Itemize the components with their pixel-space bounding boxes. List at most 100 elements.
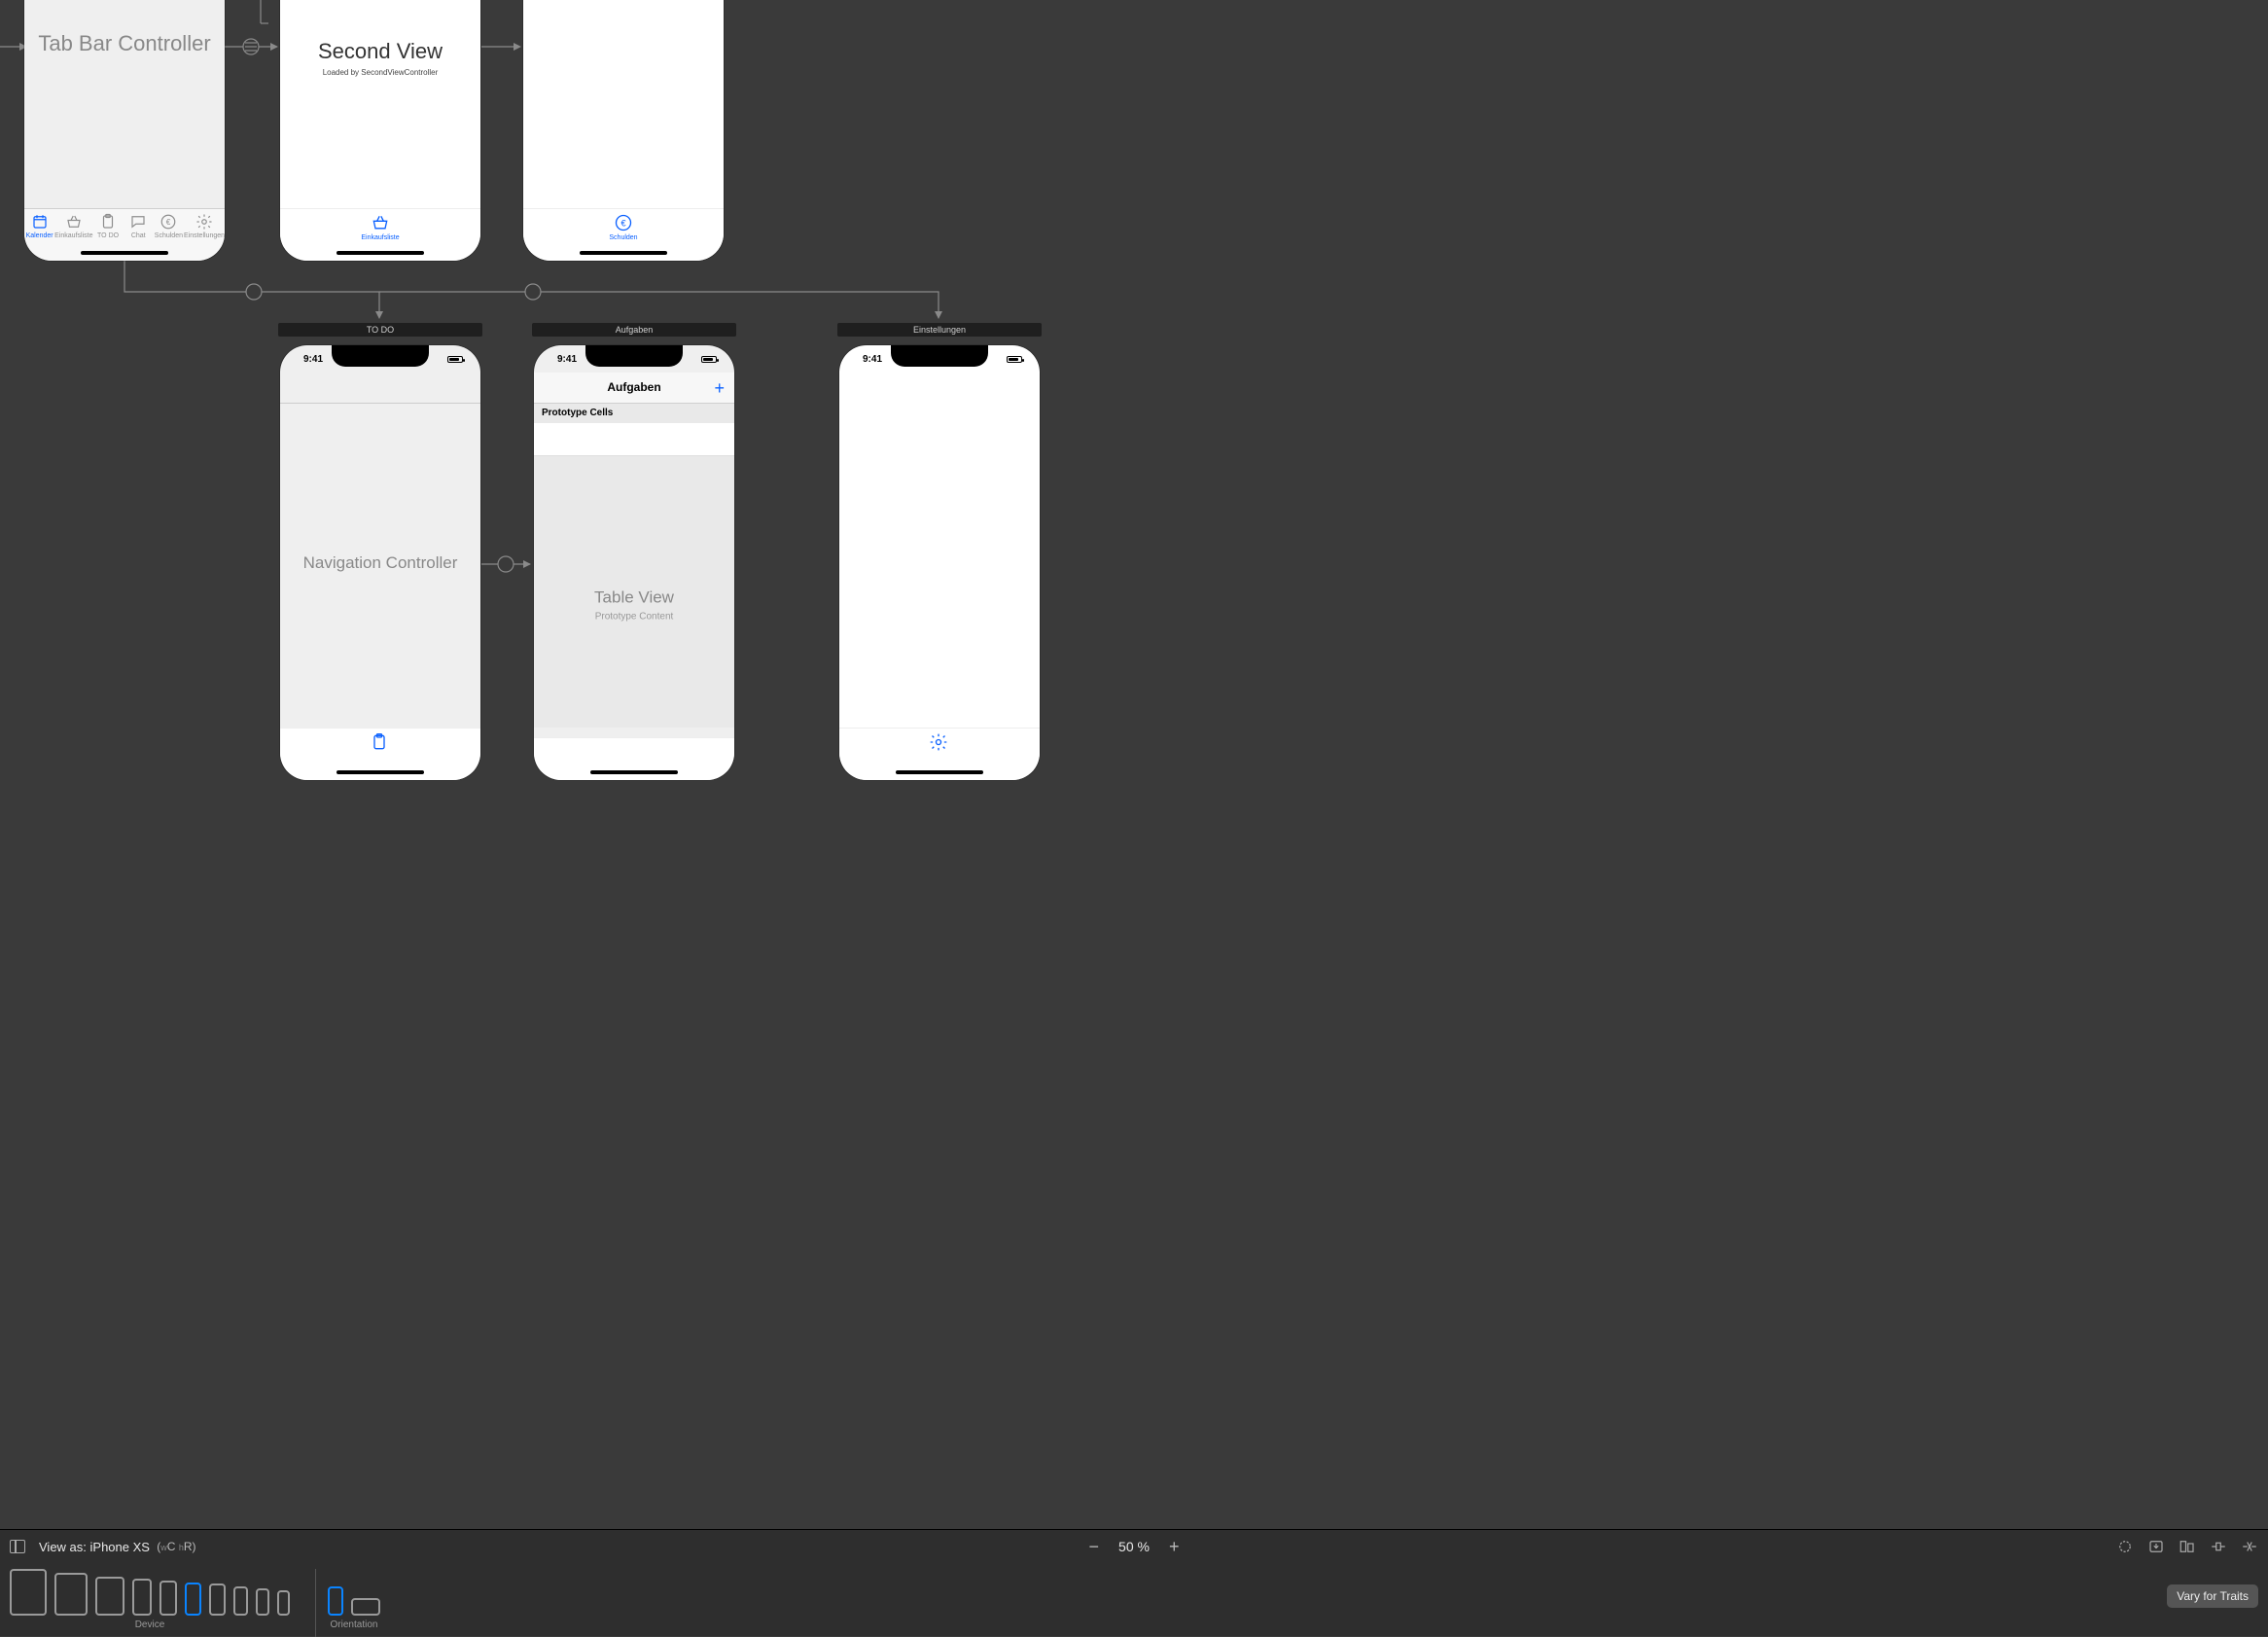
view-as-label[interactable]: View as: iPhone XS	[39, 1540, 150, 1554]
tab-item-todo[interactable]	[370, 732, 391, 756]
tab-item-kalender[interactable]: Kalender	[24, 213, 54, 239]
tab-item-chat[interactable]: Chat	[124, 213, 154, 239]
table-view-body[interactable]: Table View Prototype Content	[534, 456, 734, 728]
device-picker: Device	[10, 1569, 290, 1630]
basket-icon	[371, 213, 390, 232]
tab-item-einkaufsliste[interactable]: Einkaufsliste	[54, 213, 92, 239]
prototype-cells-header: Prototype Cells	[534, 404, 734, 423]
zoom-in-button[interactable]: +	[1169, 1537, 1180, 1557]
home-indicator	[590, 770, 678, 774]
tab-bar-controller-title: Tab Bar Controller	[24, 31, 225, 56]
orientation-option-landscape[interactable]	[351, 1598, 380, 1616]
toolbar-row-1: View as: iPhone XS (wC hR) − 50 % +	[0, 1530, 2268, 1563]
scene-schulden[interactable]: € Schulden	[523, 0, 724, 261]
status-time: 9:41	[557, 354, 577, 365]
device-option-5[interactable]	[185, 1583, 201, 1616]
view-as-device: iPhone XS	[90, 1540, 150, 1554]
orientation-group-label: Orientation	[331, 1619, 378, 1630]
size-class-traits: (wC hR)	[154, 1540, 196, 1553]
zoom-out-button[interactable]: −	[1089, 1537, 1100, 1557]
device-option-0[interactable]	[10, 1569, 47, 1616]
toolbar-row-2: Device Orientation Vary for Traits	[0, 1563, 2268, 1637]
battery-icon	[447, 356, 463, 363]
view-as-prefix: View as:	[39, 1540, 90, 1554]
scene-title-todo[interactable]: TO DO	[278, 323, 482, 337]
second-view-subtitle: Loaded by SecondViewController	[280, 68, 480, 77]
clipboard-icon	[370, 732, 391, 754]
tab-label: TO DO	[97, 232, 119, 239]
device-option-1[interactable]	[54, 1573, 88, 1616]
layout-tools	[2116, 1539, 2258, 1554]
divider	[315, 1569, 316, 1637]
device-option-6[interactable]	[209, 1584, 226, 1616]
gear-icon	[929, 732, 950, 754]
table-view-title: Table View	[534, 588, 734, 608]
scene-einstellungen[interactable]: 9:41	[839, 345, 1040, 780]
tab-label: Einstellungen	[184, 232, 225, 239]
status-time: 9:41	[863, 354, 882, 365]
storyboard-canvas[interactable]: Tab Bar Controller KalenderEinkaufsliste…	[0, 0, 2268, 1529]
notch	[332, 345, 429, 367]
home-indicator	[81, 251, 168, 255]
notch	[585, 345, 683, 367]
tab-item-to do[interactable]: TO DO	[92, 213, 123, 239]
tab-item-einkaufsliste[interactable]: Einkaufsliste	[361, 213, 399, 241]
bottom-toolbar: View as: iPhone XS (wC hR) − 50 % +	[0, 1529, 2268, 1636]
tab-label: Einkaufsliste	[54, 232, 92, 239]
battery-icon	[701, 356, 717, 363]
home-indicator	[337, 251, 424, 255]
tab-label: Schulden	[609, 234, 637, 241]
chat-icon	[129, 213, 147, 231]
device-option-7[interactable]	[233, 1586, 248, 1616]
device-option-4[interactable]	[159, 1581, 177, 1616]
tab-item-einstellungen[interactable]: Einstellungen	[184, 213, 225, 239]
prototype-cell-row[interactable]	[534, 423, 734, 456]
tab-label: Chat	[131, 232, 146, 239]
tab-item-einstellungen[interactable]	[929, 732, 950, 756]
calendar-icon	[31, 213, 49, 231]
device-option-8[interactable]	[256, 1588, 269, 1616]
zoom-value[interactable]: 50 %	[1118, 1539, 1150, 1554]
home-indicator	[580, 251, 667, 255]
notch	[891, 345, 988, 367]
device-option-9[interactable]	[277, 1590, 290, 1616]
nav-header: Aufgaben +	[534, 373, 734, 404]
device-option-2[interactable]	[95, 1577, 124, 1616]
tab-item-schulden[interactable]: € Schulden	[154, 213, 184, 239]
euro-icon: €	[614, 213, 633, 232]
pin-constraints-icon[interactable]	[2210, 1539, 2227, 1554]
zoom-controls: − 50 % +	[1089, 1537, 1180, 1557]
gear-icon	[195, 213, 213, 231]
svg-text:€: €	[620, 218, 625, 228]
svg-text:€: €	[166, 218, 171, 227]
home-indicator	[337, 770, 424, 774]
vary-for-traits-button[interactable]: Vary for Traits	[2167, 1584, 2258, 1608]
orientation-option-portrait[interactable]	[328, 1586, 343, 1616]
align-icon[interactable]	[2179, 1539, 2196, 1554]
scene-title-einstellungen[interactable]: Einstellungen	[837, 323, 1042, 337]
tab-item-schulden[interactable]: € Schulden	[609, 213, 637, 241]
scene-title-aufgaben[interactable]: Aufgaben	[532, 323, 736, 337]
table-view-subtitle: Prototype Content	[534, 612, 734, 623]
scene-aufgaben[interactable]: 9:41 Aufgaben + Prototype Cells Table Vi…	[534, 345, 734, 780]
orientation-picker: Orientation	[328, 1569, 380, 1630]
scene-navigation-controller[interactable]: 9:41 Navigation Controller	[280, 345, 480, 780]
embed-in-icon[interactable]	[2147, 1539, 2165, 1554]
tab-label: Einkaufsliste	[361, 234, 399, 241]
home-indicator	[896, 770, 983, 774]
device-option-3[interactable]	[132, 1579, 152, 1616]
add-button[interactable]: +	[714, 378, 725, 399]
tab-label: Schulden	[155, 232, 183, 239]
update-frames-icon[interactable]	[2116, 1539, 2134, 1554]
toggle-panel-icon[interactable]	[10, 1540, 25, 1553]
euro-icon: €	[159, 213, 177, 231]
tab-label: Kalender	[26, 232, 53, 239]
scene-second-view[interactable]: Second View Loaded by SecondViewControll…	[280, 0, 480, 261]
scene-tab-bar-controller[interactable]: Tab Bar Controller KalenderEinkaufsliste…	[24, 0, 225, 261]
nav-title: Aufgaben	[534, 380, 734, 394]
second-view-title: Second View	[280, 39, 480, 64]
resolve-issues-icon[interactable]	[2241, 1539, 2258, 1554]
clipboard-icon	[99, 213, 117, 231]
device-group-label: Device	[135, 1619, 165, 1630]
basket-icon	[65, 213, 83, 231]
